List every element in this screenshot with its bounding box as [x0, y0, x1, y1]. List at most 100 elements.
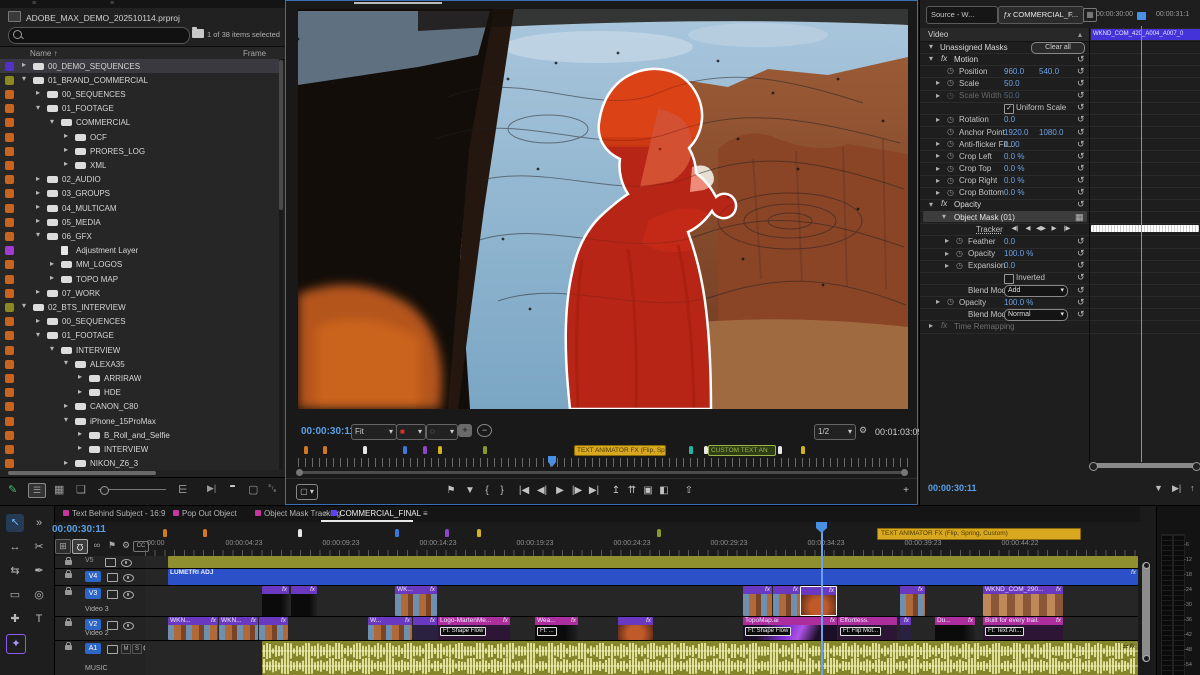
reset-property-icon[interactable]: ↺ — [1077, 139, 1085, 150]
ec-property-value[interactable]: 1920.0 — [1004, 128, 1028, 137]
tree-item-01-footage[interactable]: ▾01_FOOTAGE — [0, 102, 283, 117]
expand-chevron-icon[interactable]: ▸ — [936, 78, 940, 87]
export-button[interactable]: ⇧ — [681, 484, 697, 498]
timeline-ruler[interactable]: 00:0000:00:04:2300:00:09:2300:00:14:2300… — [145, 539, 1138, 550]
zoom-slider-handle[interactable] — [100, 486, 109, 495]
tree-item-05-media[interactable]: ▸05_MEDIA — [0, 215, 283, 230]
timeline-marker[interactable] — [203, 529, 207, 537]
stopwatch-icon[interactable]: ◷ — [947, 127, 954, 136]
snap-magnet-icon[interactable]: Ω — [72, 539, 88, 554]
ec-property-value[interactable]: 0.0 — [1004, 115, 1015, 124]
clip[interactable]: fx — [800, 586, 837, 616]
collapse-chevron-icon[interactable]: ▾ — [929, 42, 933, 51]
reset-property-icon[interactable]: ↺ — [1077, 114, 1085, 125]
timeline-settings-wrench-icon[interactable]: ⚙ — [119, 539, 133, 552]
tree-scrollbar-thumb[interactable] — [279, 60, 283, 210]
tree-item-ocf[interactable]: ▸OCF — [0, 130, 283, 145]
expand-chevron-icon[interactable]: ▸ — [945, 261, 949, 270]
expand-chevron-icon[interactable]: ▸ — [936, 176, 940, 185]
panel-menu-icon[interactable]: ▦ — [1083, 8, 1097, 22]
track-lock-icon[interactable] — [65, 621, 72, 626]
tab-menu-icon[interactable]: ≡ — [421, 509, 428, 518]
tree-item-00-sequences[interactable]: ▸00_SEQUENCES — [0, 87, 283, 102]
tree-chevron-icon[interactable]: ▸ — [22, 60, 26, 69]
tree-chevron-icon[interactable]: ▸ — [36, 88, 40, 97]
automate-to-sequence-icon[interactable]: ▶| — [207, 483, 216, 494]
pen-tool[interactable]: ✒ — [30, 562, 48, 580]
tree-horizontal-scrollbar[interactable] — [8, 471, 156, 475]
tree-chevron-icon[interactable]: ▾ — [36, 330, 40, 339]
monitor-marker-span[interactable]: CUSTOM TEXT AN — [708, 445, 776, 456]
track-badge[interactable]: V2 — [85, 619, 101, 630]
ai-tool[interactable]: ✦ — [6, 634, 26, 654]
tree-item-07-work[interactable]: ▸07_WORK — [0, 286, 283, 301]
tree-item-nikon-z6-3[interactable]: ▸NIKON_Z6_3 — [0, 457, 283, 470]
collapse-icon[interactable]: ▴ — [1078, 30, 1082, 39]
track-badge[interactable]: V3 — [85, 588, 101, 599]
tree-item-iphone-15promax[interactable]: ▾iPhone_15ProMax — [0, 414, 283, 429]
monitor-settings-button[interactable]: ▢ ▾ — [296, 484, 318, 500]
monitor-marker[interactable] — [363, 446, 367, 454]
tree-chevron-icon[interactable]: ▸ — [36, 188, 40, 197]
expand-chevron-icon[interactable]: ▸ — [936, 91, 940, 100]
mask-options-icon[interactable]: ▦ — [1075, 212, 1084, 223]
export-frame-button[interactable]: ▣ — [640, 484, 656, 498]
track-lock-icon[interactable] — [65, 573, 72, 578]
close-tab-icon[interactable]: × — [323, 509, 328, 518]
ec-property-value[interactable]: 960.0 — [1004, 67, 1024, 76]
ec-timeline-scrollbar[interactable] — [1091, 463, 1199, 468]
clear-all-button[interactable]: Clear all — [1031, 42, 1085, 54]
tree-chevron-icon[interactable]: ▸ — [64, 458, 68, 467]
ripple-edit-tool[interactable]: ↔ — [6, 538, 24, 556]
tree-chevron-icon[interactable]: ▾ — [22, 74, 26, 83]
tree-chevron-icon[interactable]: ▾ — [36, 103, 40, 112]
reset-property-icon[interactable]: ↺ — [1077, 66, 1085, 77]
linked-selection-icon[interactable]: ∞ — [90, 539, 104, 552]
program-video-viewport[interactable] — [298, 9, 908, 409]
track-visibility-icon[interactable] — [123, 622, 134, 630]
trash-icon[interactable]: ␗ — [268, 483, 277, 496]
tree-item-interview[interactable]: ▾INTERVIEW — [0, 343, 283, 358]
solo-button[interactable]: S — [132, 644, 142, 654]
ec-property-value[interactable]: 0.00 — [1004, 140, 1020, 149]
tree-chevron-icon[interactable]: ▾ — [50, 117, 54, 126]
tree-item-02-audio[interactable]: ▸02_AUDIO — [0, 173, 283, 188]
clip-w-[interactable]: W...fx — [368, 617, 412, 640]
tree-chevron-icon[interactable]: ▸ — [64, 131, 68, 140]
tracker-button-2[interactable]: ◀▶ — [1035, 224, 1047, 234]
tree-chevron-icon[interactable]: ▸ — [78, 387, 82, 396]
reset-property-icon[interactable]: ↺ — [1077, 309, 1085, 320]
tree-chevron-icon[interactable]: ▸ — [64, 145, 68, 154]
reset-property-icon[interactable]: ↺ — [1077, 90, 1085, 101]
tree-item-mm-logos[interactable]: ▸MM_LOGOS — [0, 258, 283, 273]
track-name[interactable]: Video 2 — [85, 630, 109, 637]
timeline-marker[interactable] — [477, 529, 481, 537]
collapse-chevron-icon[interactable]: ▾ — [929, 200, 933, 209]
collapse-chevron-icon[interactable]: ▸ — [929, 321, 933, 330]
tree-chevron-icon[interactable]: ▸ — [78, 443, 82, 452]
mute-button[interactable]: M — [121, 644, 131, 654]
clip-du-[interactable]: Du...fx — [935, 617, 975, 640]
tree-item-02-bts-interview[interactable]: ▾02_BTS_INTERVIEW — [0, 300, 283, 315]
ec-property-value[interactable]: 1080.0 — [1039, 128, 1063, 137]
track-header-v2[interactable]: V2Video 2 — [55, 617, 146, 641]
tree-item-01-footage[interactable]: ▾01_FOOTAGE — [0, 329, 283, 344]
search-input[interactable] — [27, 29, 186, 42]
stopwatch-icon[interactable]: ◷ — [956, 261, 963, 270]
tree-chevron-icon[interactable]: ▸ — [50, 259, 54, 268]
ec-property-value[interactable]: 0.0 % — [1004, 152, 1024, 161]
clip-wkn-[interactable]: WKN...fx — [168, 617, 218, 640]
expand-chevron-icon[interactable]: ▸ — [936, 139, 940, 148]
expand-chevron-icon[interactable]: ▸ — [945, 236, 949, 245]
tree-item-canon-c80[interactable]: ▸CANON_C80 — [0, 400, 283, 415]
timeline-marker[interactable] — [163, 529, 167, 537]
expand-chevron-icon[interactable]: ▸ — [945, 249, 949, 258]
tree-chevron-icon[interactable]: ▸ — [78, 372, 82, 381]
monitor-marker[interactable] — [323, 446, 327, 454]
freeform-view-button[interactable]: ❏ — [76, 483, 86, 496]
ec-property-value[interactable]: 50.0 — [1004, 91, 1020, 100]
list-view-button[interactable]: ☰ — [28, 483, 46, 498]
source-patch-icon[interactable] — [105, 558, 116, 567]
reset-property-icon[interactable]: ↺ — [1077, 272, 1085, 283]
track-name[interactable]: Video 3 — [85, 606, 109, 613]
